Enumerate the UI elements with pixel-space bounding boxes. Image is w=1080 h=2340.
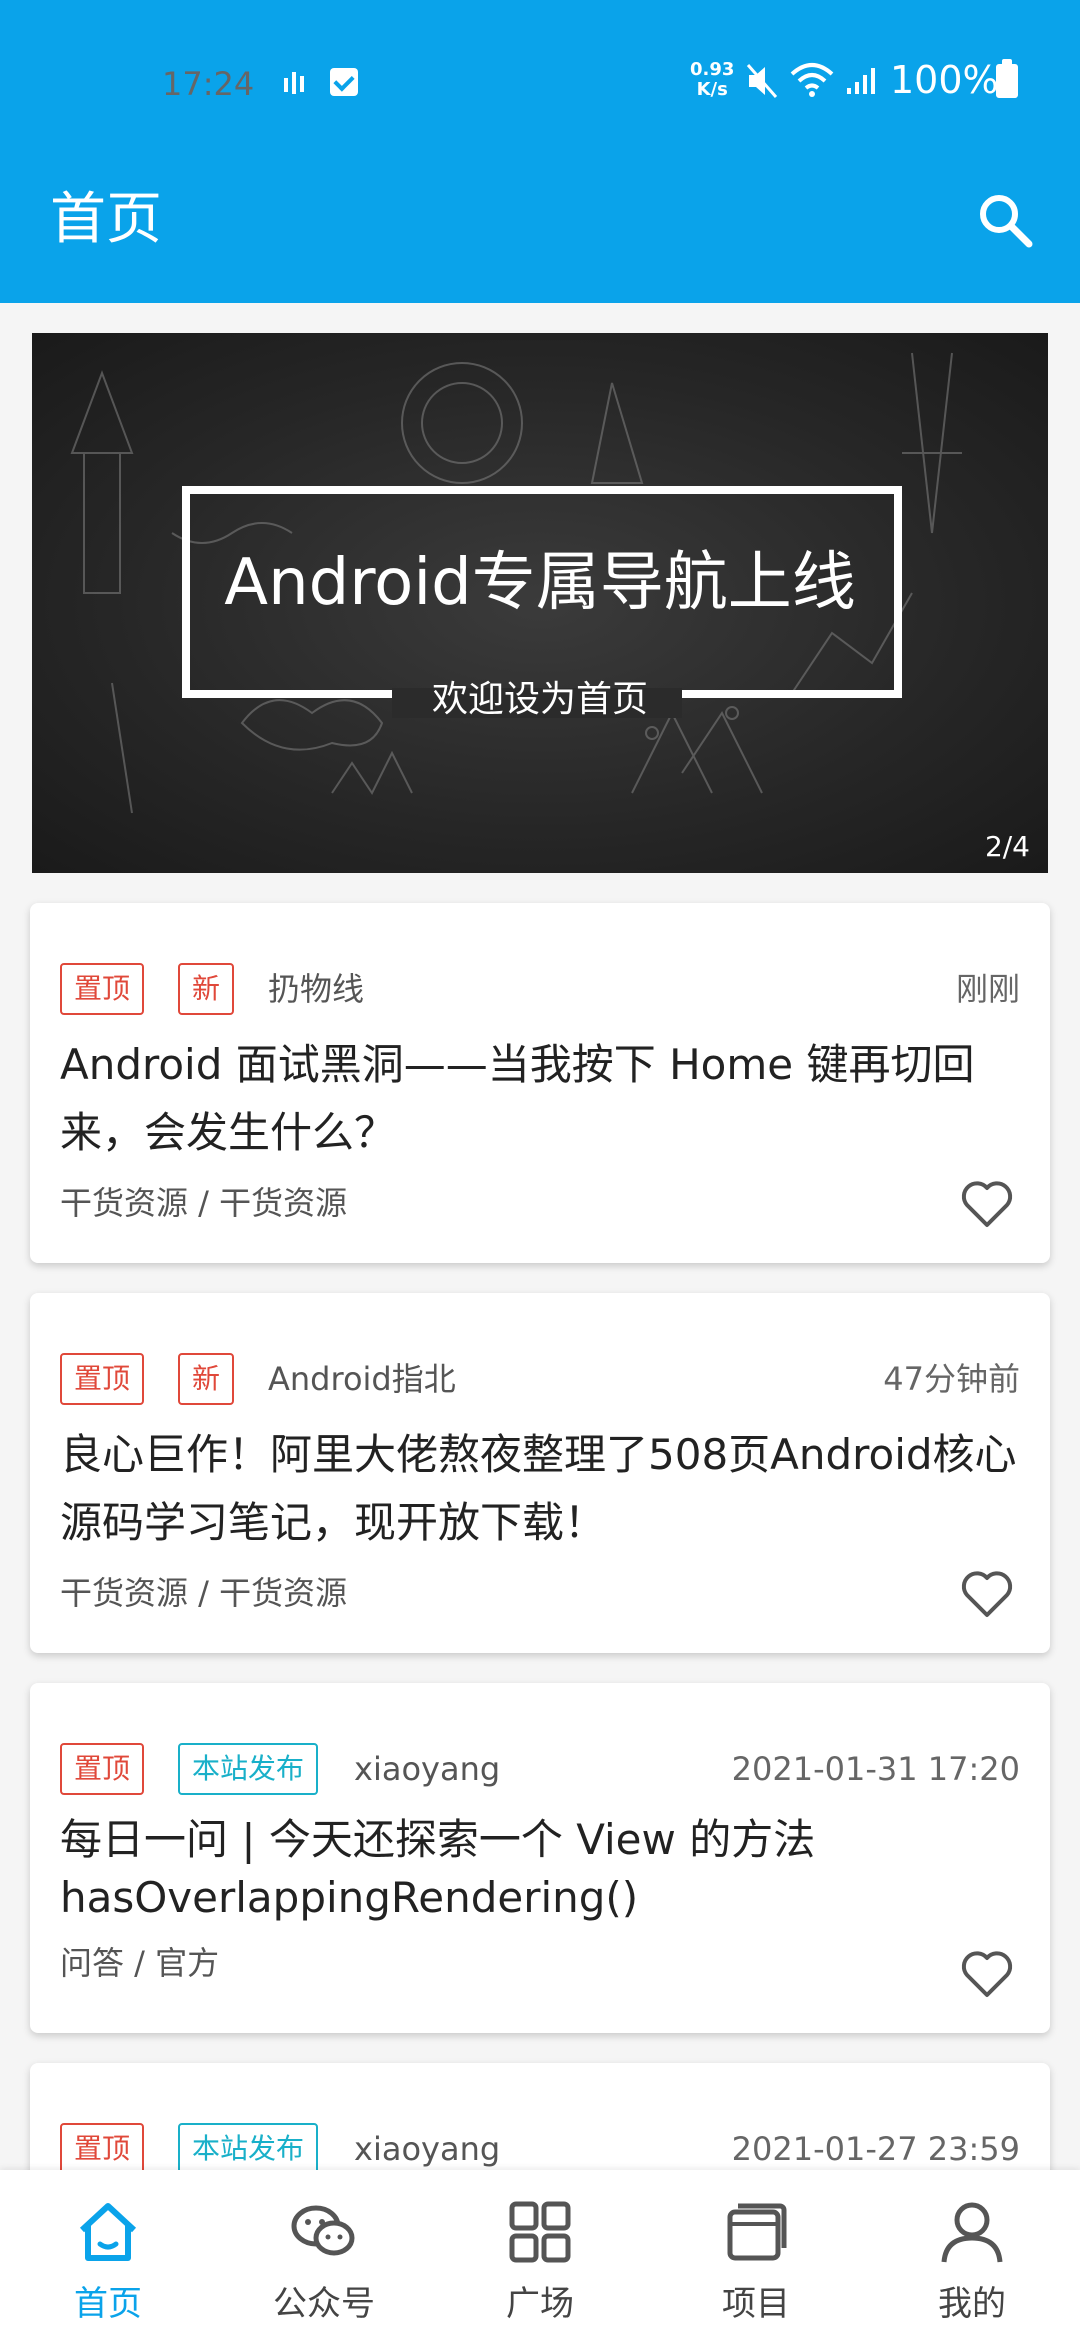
article-card[interactable]: 置顶 本站发布 xiaoyang 2021-01-31 17:20 每日一问 |… [30,1683,1050,2033]
app-bar: 17:24 0.93 K/s 100% 首页 [0,0,1080,303]
nav-label-project: 项目 [722,2284,790,2324]
article-author[interactable]: Android指北 [268,1353,456,1405]
article-title: 良心巨作！阿里大佬熬夜整理了508页Android核心源码学习笔记，现开放下载！ [60,1430,1017,1547]
tag-pinned: 置顶 [60,1743,145,1795]
nav-item-home[interactable]: 首页 [0,2170,216,2340]
tag-pinned: 置顶 [60,963,145,1015]
battery-icon [996,59,1018,98]
article-time: 2021-01-31 17:20 [731,1750,1020,1788]
heart-outline-icon[interactable] [958,1175,1016,1233]
tag-new: 新 [178,1353,235,1405]
network-speed-value: 0.93 [690,59,735,80]
article-author[interactable]: xiaoyang [354,1743,500,1795]
banner-carousel[interactable]: Android专属导航上线 欢迎设为首页 2/4 [32,333,1048,873]
home-icon [79,2203,137,2261]
bottom-navigation: 首页 公众号 广场 项目 我的 [0,2170,1080,2340]
nav-item-wechat[interactable]: 公众号 [216,2170,432,2340]
article-time: 刚刚 [955,970,1020,1008]
mute-icon [746,64,778,98]
article-time: 2021-01-27 23:59 [731,2130,1020,2168]
heart-outline-icon[interactable] [958,1945,1016,2003]
tag-site-published: 本站发布 [178,1743,319,1795]
wechat-icon [291,2205,355,2256]
nav-item-project[interactable]: 项目 [648,2170,864,2340]
banner-subtitle: 欢迎设为首页 [431,679,648,720]
cellular-signal-icon [847,68,875,94]
grid-icon [509,2201,571,2263]
signal-activity-icon [284,72,304,94]
heart-outline-icon[interactable] [958,1565,1016,1623]
battery-level: 100% [890,58,999,102]
tag-pinned: 置顶 [60,1353,145,1405]
search-icon[interactable] [975,190,1035,250]
network-speed-unit: K/s [696,79,728,100]
nav-label-home: 首页 [74,2284,142,2324]
article-chapter[interactable]: 干货资源 / 干货资源 [60,1569,347,1617]
article-title: Android 面试黑洞——当我按下 Home 键再切回来，会发生什么？ [60,1040,975,1157]
nav-item-mine[interactable]: 我的 [864,2170,1080,2340]
article-author[interactable]: xiaoyang [354,2123,500,2175]
article-card[interactable]: 置顶 新 Android指北 47分钟前 良心巨作！阿里大佬熬夜整理了508页A… [30,1293,1050,1653]
banner-headline: Android专属导航上线 [224,546,856,620]
page-title: 首页 [50,187,162,252]
nav-label-mine: 我的 [938,2284,1006,2324]
project-icon [727,2203,787,2261]
tag-site-published: 本站发布 [178,2123,319,2175]
article-card[interactable]: 置顶 新 扔物线 刚刚 Android 面试黑洞——当我按下 Home 键再切回… [30,903,1050,1263]
article-time: 47分钟前 [883,1360,1020,1398]
article-author[interactable]: 扔物线 [268,963,364,1015]
tag-pinned: 置顶 [60,2123,145,2175]
nav-label-square: 广场 [506,2284,574,2324]
profile-icon [941,2202,1003,2263]
tag-new: 新 [178,963,235,1015]
banner-page-indicator: 2/4 [984,830,1030,863]
nav-item-square[interactable]: 广场 [432,2170,648,2340]
nav-label-wechat: 公众号 [273,2284,375,2324]
article-chapter[interactable]: 问答 / 官方 [60,1939,219,1987]
checkbox-notification-icon [330,68,358,96]
article-chapter[interactable]: 干货资源 / 干货资源 [60,1179,347,1227]
wifi-icon [790,63,834,97]
article-title: 每日一问 | 今天还探索一个 View 的方法 hasOverlappingRe… [60,1815,816,1922]
status-bar: 17:24 0.93 K/s 100% [0,52,1080,112]
network-speed: 0.93 K/s [690,60,734,100]
